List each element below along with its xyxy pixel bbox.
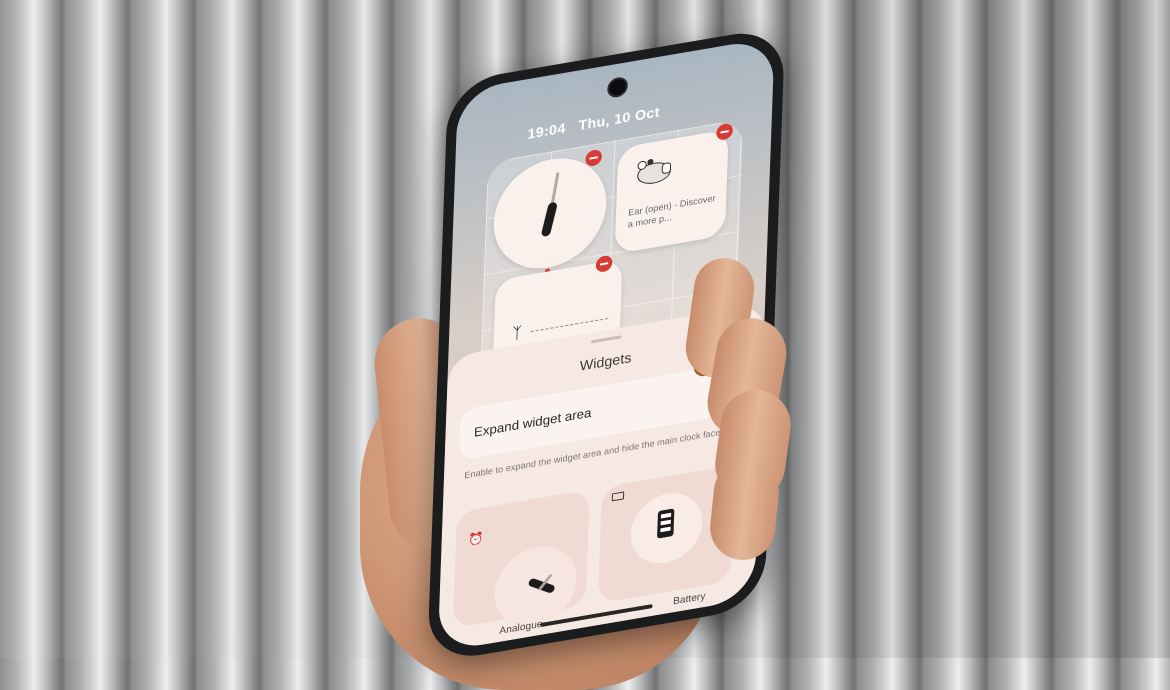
lockscreen-time: 19:04 [527,119,566,142]
analogue-tile-label: Analogue [499,618,543,637]
earbuds-icon [637,159,672,184]
battery-cell [660,526,671,533]
ear-widget[interactable]: Ear (open) - Discover a more p... [614,122,734,255]
steps-progress-line [530,317,609,333]
battery-cell [660,512,672,519]
analogue-widget-tile[interactable]: ⏰ [452,489,590,634]
lockscreen-date: Thu, 10 Oct [578,103,661,134]
alarm-clock-icon: ⏰ [467,530,484,548]
battery-preview [629,487,704,569]
battery-cell [660,519,671,526]
clock-hour-hand [540,202,558,237]
battery-tile-label: Battery [672,591,706,608]
phone-battery-icon [657,508,675,539]
sheet-drag-handle[interactable] [591,335,622,344]
battery-icon [611,491,625,502]
ear-widget-text: Ear (open) - Discover a more p... [627,192,716,230]
walking-person-icon: ᛉ [511,324,523,344]
expand-widget-area-label: Expand widget area [473,404,592,440]
front-camera-icon [606,75,629,99]
scene: 19:04 Thu, 10 Oct Ear (open) - Discover … [0,0,1170,690]
